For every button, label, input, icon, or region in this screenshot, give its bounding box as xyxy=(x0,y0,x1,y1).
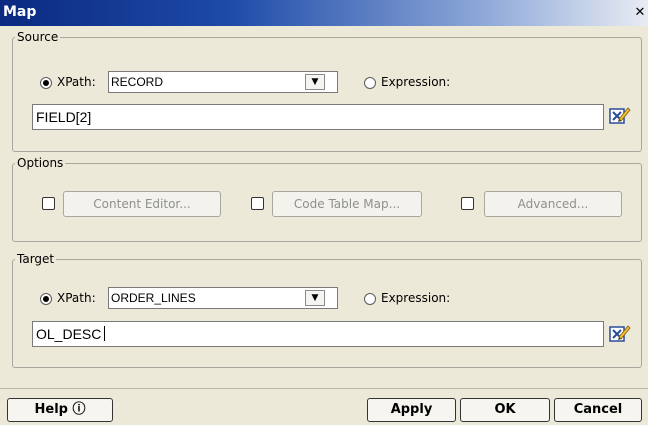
target-field-input[interactable]: OL_DESC xyxy=(32,321,604,347)
advanced-button[interactable]: Advanced... xyxy=(484,191,622,217)
text-caret xyxy=(104,326,106,341)
code-table-map-checkbox[interactable] xyxy=(251,197,264,210)
source-field-input[interactable]: FIELD[2] xyxy=(32,104,604,130)
source-xpath-value: RECORD xyxy=(111,75,164,89)
target-field-value: OL_DESC xyxy=(36,326,102,342)
chevron-down-icon[interactable]: ▼ xyxy=(305,290,325,306)
target-xpath-combo[interactable]: ORDER_LINES ▼ xyxy=(108,287,338,309)
target-xpath-label: XPath: xyxy=(57,291,96,305)
close-icon[interactable]: ✕ xyxy=(632,5,648,21)
target-expression-label: Expression: xyxy=(381,291,451,305)
advanced-checkbox[interactable] xyxy=(461,197,474,210)
window-title: Map xyxy=(3,4,37,20)
footer-divider xyxy=(0,388,648,389)
title-bar[interactable]: Map ✕ xyxy=(0,0,648,26)
ok-button[interactable]: OK xyxy=(460,398,550,422)
source-xpath-radio[interactable] xyxy=(40,77,52,89)
options-legend: Options xyxy=(17,156,64,170)
apply-button[interactable]: Apply xyxy=(367,398,456,422)
target-xpath-value: ORDER_LINES xyxy=(111,291,196,305)
source-xpath-combo[interactable]: RECORD ▼ xyxy=(108,71,338,93)
edit-pencil-icon[interactable] xyxy=(609,106,631,126)
content-editor-checkbox[interactable] xyxy=(42,197,55,210)
code-table-map-button[interactable]: Code Table Map... xyxy=(272,191,422,217)
target-legend: Target xyxy=(17,252,55,266)
source-expression-label: Expression: xyxy=(381,75,451,89)
chevron-down-icon[interactable]: ▼ xyxy=(305,74,325,90)
target-xpath-radio[interactable] xyxy=(40,293,52,305)
source-xpath-label: XPath: xyxy=(57,75,96,89)
cancel-button[interactable]: Cancel xyxy=(554,398,642,422)
target-expression-radio[interactable] xyxy=(364,293,376,305)
edit-pencil-icon[interactable] xyxy=(609,324,631,344)
target-group: Target xyxy=(12,252,642,368)
source-legend: Source xyxy=(17,30,59,44)
content-editor-button[interactable]: Content Editor... xyxy=(63,191,221,217)
help-button[interactable]: Help ⓘ xyxy=(7,398,113,422)
source-expression-radio[interactable] xyxy=(364,77,376,89)
